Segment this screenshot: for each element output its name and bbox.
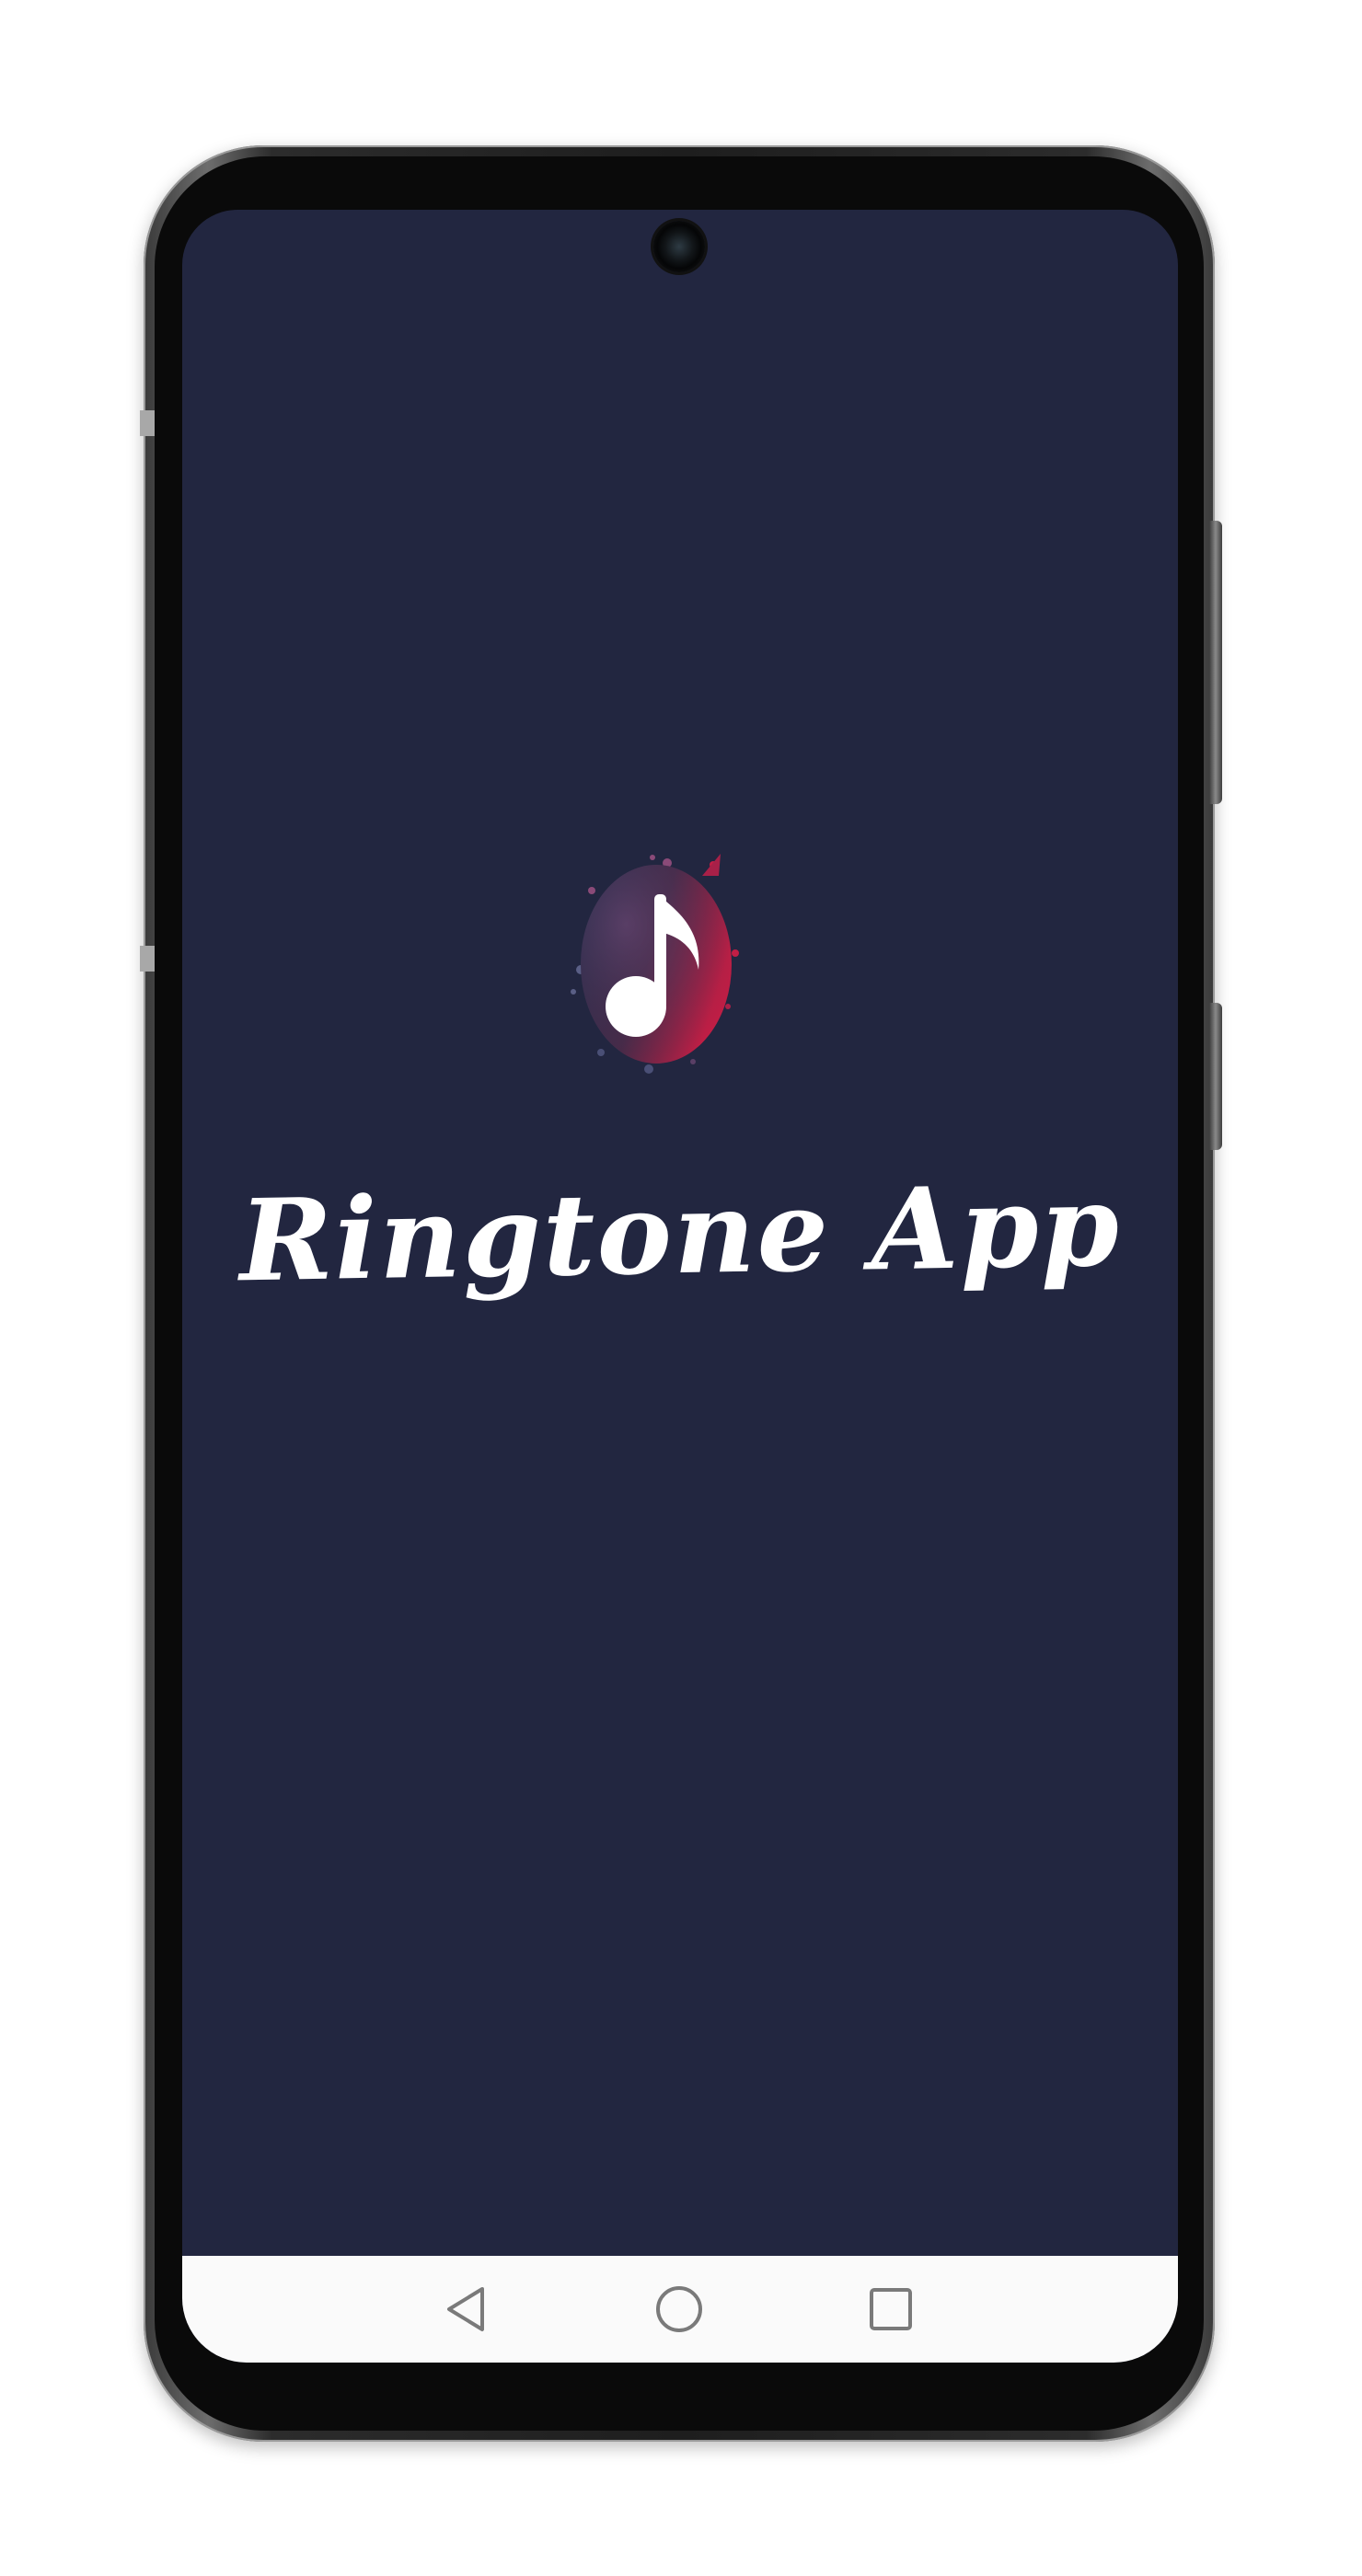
- splash-screen: Ringtone App: [182, 210, 1178, 2256]
- recents-button[interactable]: [861, 2280, 920, 2339]
- front-camera: [653, 221, 705, 272]
- recents-square-icon: [870, 2288, 912, 2330]
- volume-button: [1209, 1003, 1222, 1150]
- music-note-icon: [571, 854, 739, 1074]
- app-title: Ringtone App: [238, 1158, 1122, 1307]
- device-mockup: Ringtone App: [0, 0, 1362, 2576]
- back-triangle-icon: [447, 2287, 484, 2331]
- app-logo: [564, 843, 748, 1086]
- home-circle-icon: [656, 2286, 702, 2332]
- power-button: [1209, 521, 1222, 804]
- screen: Ringtone App: [182, 210, 1178, 2363]
- back-button[interactable]: [436, 2280, 495, 2339]
- home-button[interactable]: [650, 2280, 709, 2339]
- navigation-bar: [182, 2256, 1178, 2363]
